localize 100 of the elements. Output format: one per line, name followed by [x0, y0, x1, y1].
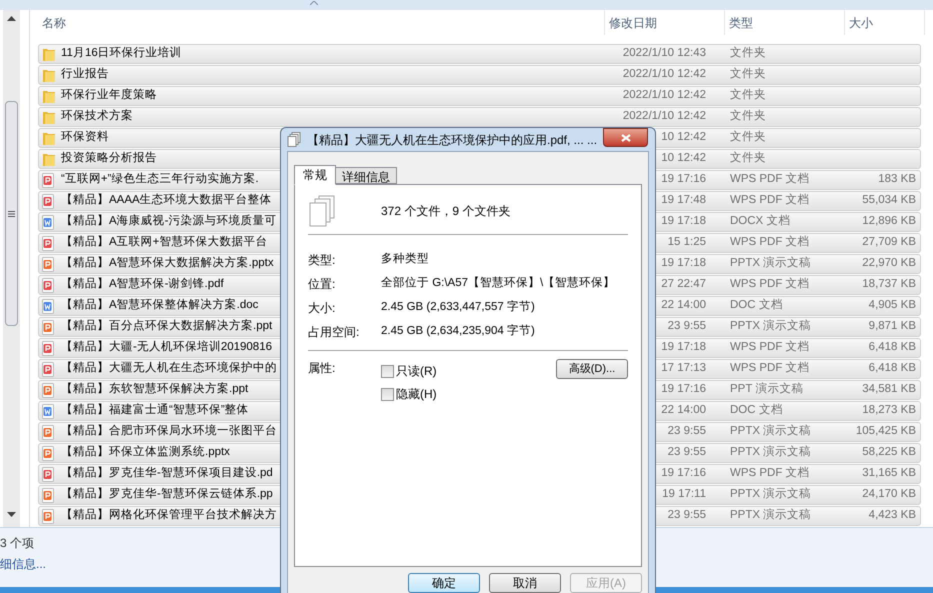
- file-name: 行业报告: [61, 66, 109, 82]
- modified-date: 19 17:11: [662, 487, 706, 502]
- file-name: 环保行业年度策略: [61, 88, 157, 104]
- dialog-title: 【精品】大疆无人机在生态环境保护中的应用.pdf, ... ...: [307, 132, 598, 148]
- modified-date: 19 17:18: [661, 214, 706, 230]
- modified-date: 10 12:42: [661, 151, 706, 166]
- file-type: WPS PDF 文档: [730, 340, 810, 356]
- file-name: 【精品】东软智慧环保解决方案.ppt: [61, 381, 248, 398]
- file-type: PPT 演示文稿: [730, 381, 804, 398]
- file-type: PPTX 演示文稿: [730, 423, 812, 440]
- property-label: 类型:: [308, 252, 336, 268]
- modified-date: 19 17:16: [661, 466, 706, 482]
- modified-date: 10 12:42: [661, 130, 706, 146]
- file-name: 【精品】罗克佳华-智慧环保云链体系.pp: [61, 486, 273, 502]
- property-label: 大小:: [308, 300, 336, 316]
- file-size: 4,905 KB: [868, 298, 916, 314]
- file-type: PPTX 演示文稿: [730, 444, 812, 460]
- file-size: 58,225 KB: [862, 445, 916, 460]
- file-size: 12,896 KB: [862, 214, 916, 230]
- property-value: 多种类型: [381, 252, 429, 267]
- property-label: 位置:: [308, 276, 336, 292]
- file-type: DOC 文档: [730, 402, 783, 418]
- file-size: 22,970 KB: [862, 256, 916, 272]
- file-name: 【精品】大疆-无人机环保培训20190816: [61, 339, 272, 356]
- file-size: 24,170 KB: [862, 487, 916, 502]
- file-size: 105,425 KB: [856, 424, 916, 440]
- item-count: 3 个项: [0, 535, 34, 552]
- file-name: 【精品】福建富士通“智慧环保”整体: [61, 402, 249, 418]
- property-label: 占用空间:: [308, 324, 360, 340]
- file-name: “互联网+”绿色生态三年行动实施方案.: [61, 171, 259, 188]
- file-size: 18,737 KB: [862, 277, 916, 292]
- modified-date: 27 22:47: [661, 277, 706, 292]
- file-name: 环保资料: [61, 130, 109, 146]
- file-name: 环保技术方案: [61, 108, 133, 124]
- file-type: WPS PDF 文档: [730, 360, 810, 376]
- file-name: 11月16日环保行业培训: [61, 45, 182, 62]
- file-type: 文件夹: [730, 66, 766, 82]
- file-type: 文件夹: [730, 46, 766, 62]
- modified-date: 19 17:18: [661, 340, 706, 356]
- modified-date: 2022/1/10 12:42: [622, 109, 706, 124]
- file-size: 18,273 KB: [862, 403, 916, 418]
- file-type: 文件夹: [730, 88, 766, 104]
- file-name: 【精品】A智慧环保大数据解决方案.pptx: [61, 255, 274, 272]
- modified-date: 19 17:18: [661, 256, 706, 272]
- file-name: 【精品】网格化环保管理平台技术解决方: [61, 507, 277, 524]
- file-type: WPS PDF 文档: [730, 276, 810, 292]
- modified-date: 19 17:16: [661, 382, 706, 398]
- file-name: 【精品】百分点环保大数据解决方案.ppt: [61, 318, 272, 334]
- file-name: 【精品】合肥市环保局水环境一张图平台: [61, 423, 277, 440]
- file-name: 【精品】A互联网+智慧环保大数据平台: [61, 234, 268, 250]
- modified-date: 22 14:00: [661, 298, 706, 314]
- file-type: PPTX 演示文稿: [730, 507, 812, 524]
- file-size: 183 KB: [878, 172, 916, 188]
- summary-text: 372 个文件，9 个文件夹: [381, 203, 510, 220]
- modified-date: 23 9:55: [668, 508, 706, 524]
- modified-date: 19 17:48: [661, 193, 706, 208]
- file-size: 9,871 KB: [868, 319, 916, 334]
- file-name: 【精品】A海康威视-污染源与环境质量可: [61, 213, 276, 230]
- attributes-label: 属性:: [308, 360, 336, 377]
- file-type: WPS PDF 文档: [730, 234, 810, 250]
- file-type: WPS PDF 文档: [730, 192, 810, 208]
- file-name: 投资策略分析报告: [61, 150, 157, 166]
- file-size: 34,581 KB: [862, 382, 916, 398]
- file-name: 【精品】大疆无人机在生态环境保护中的: [61, 360, 277, 376]
- file-size: 6,418 KB: [868, 361, 916, 376]
- file-type: WPS PDF 文档: [730, 172, 810, 188]
- file-type: WPS PDF 文档: [730, 466, 810, 482]
- checkbox-label: 只读(R): [396, 363, 437, 380]
- modified-date: 23 9:55: [668, 445, 706, 460]
- property-value: 2.45 GB (2,633,447,557 字节): [381, 299, 535, 315]
- modified-date: 2022/1/10 12:42: [622, 88, 706, 104]
- file-type: 文件夹: [730, 108, 766, 124]
- file-size: 6,418 KB: [868, 340, 916, 356]
- modified-date: 19 17:16: [661, 172, 706, 188]
- file-size: 55,034 KB: [862, 193, 916, 208]
- property-value: 2.45 GB (2,634,235,904 字节): [381, 323, 535, 339]
- file-name: 【精品】环保立体监测系统.pptx: [61, 444, 230, 460]
- file-type: 文件夹: [730, 130, 766, 146]
- checkbox-label: 隐藏(H): [396, 386, 437, 403]
- file-size: 31,165 KB: [862, 466, 916, 482]
- modified-date: 23 9:55: [668, 424, 706, 440]
- file-type: DOC 文档: [730, 298, 783, 314]
- file-type: PPTX 演示文稿: [730, 318, 812, 334]
- modified-date: 2022/1/10 12:42: [622, 67, 706, 82]
- modified-date: 23 9:55: [668, 319, 706, 334]
- file-type: PPTX 演示文稿: [730, 486, 812, 502]
- file-name: 【精品】罗克佳华-智慧环保项目建设.pd: [61, 466, 273, 482]
- modified-date: 15 1:25: [668, 235, 706, 250]
- file-name: 【精品】AAAA生态环境大数据平台整体: [61, 192, 272, 208]
- modified-date: 22 14:00: [661, 403, 706, 418]
- file-size: 27,709 KB: [862, 235, 916, 250]
- modified-date: 17 17:13: [661, 361, 706, 376]
- file-name: 【精品】A智慧环保-谢剑锋.pdf: [61, 276, 224, 292]
- file-type: 文件夹: [730, 150, 766, 166]
- file-name: 【精品】A智慧环保整体解决方案.doc: [61, 297, 258, 314]
- file-size: 4,423 KB: [868, 508, 916, 524]
- modified-date: 2022/1/10 12:43: [622, 46, 706, 62]
- file-type: PPTX 演示文稿: [730, 255, 812, 272]
- file-type: DOCX 文档: [730, 214, 790, 230]
- property-value: 全部位于 G:\A57【智慧环保】\【智慧环保】: [381, 275, 616, 291]
